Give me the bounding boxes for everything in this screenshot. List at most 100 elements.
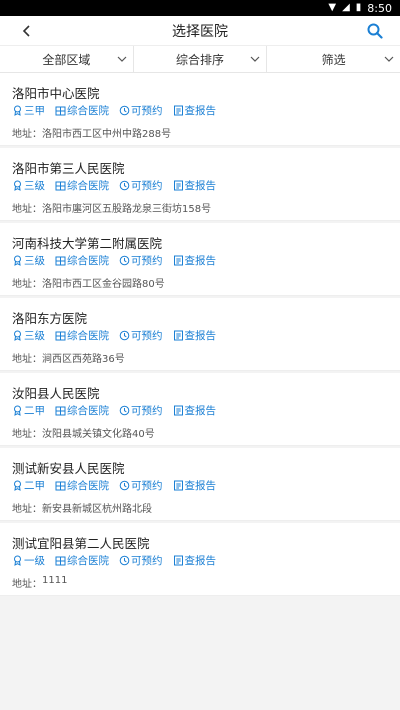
report-text: 查报告 xyxy=(184,329,217,342)
report-icon xyxy=(173,105,183,115)
type-tag[interactable]: 综合医院 xyxy=(55,253,109,268)
address-label: 地址： xyxy=(12,129,42,140)
booking-text: 可预约 xyxy=(131,329,163,342)
type-text: 综合医院 xyxy=(67,404,109,417)
building-icon xyxy=(55,481,66,490)
building-icon xyxy=(55,106,66,115)
type-tag[interactable]: 综合医院 xyxy=(55,403,109,418)
address-value: 洛阳市西工区金谷园路80号 xyxy=(42,279,165,290)
filter-region[interactable]: 全部区域 xyxy=(0,46,134,72)
level-text: 三级 xyxy=(24,254,45,267)
building-icon xyxy=(55,181,66,190)
report-tag[interactable]: 查报告 xyxy=(173,253,217,268)
type-tag[interactable]: 综合医院 xyxy=(55,553,109,568)
booking-tag[interactable]: 可预约 xyxy=(119,103,163,118)
hospital-card[interactable]: 洛阳市第三人民医院 三级 综合医院 可预约 查报告 地址： 洛阳市廛河区五股路龙… xyxy=(0,148,400,221)
address-value: 1111 xyxy=(42,575,68,586)
level-text: 二甲 xyxy=(24,404,45,417)
type-tag[interactable]: 综合医院 xyxy=(55,103,109,118)
filter-bar: 全部区域 综合排序 筛选 xyxy=(0,46,400,73)
hospital-card[interactable]: 洛阳市中心医院 三甲 综合医院 可预约 查报告 地址： 洛阳市西工区中州中路28… xyxy=(0,73,400,146)
chevron-down-icon xyxy=(384,56,394,62)
level-tag[interactable]: 三级 xyxy=(12,178,45,193)
hospital-address: 地址： 1111 xyxy=(12,569,388,590)
hospital-card[interactable]: 测试宜阳县第二人民医院 一级 综合医院 可预约 查报告 地址： 1111 xyxy=(0,523,400,596)
booking-tag[interactable]: 可预约 xyxy=(119,178,163,193)
clock-icon xyxy=(119,105,130,115)
report-icon xyxy=(173,405,183,415)
hospital-card[interactable]: 汝阳县人民医院 二甲 综合医院 可预约 查报告 地址： 汝阳县城关镇文化路40号 xyxy=(0,373,400,446)
level-tag[interactable]: 三甲 xyxy=(12,103,45,118)
level-tag[interactable]: 二甲 xyxy=(12,478,45,493)
type-text: 综合医院 xyxy=(67,179,109,192)
report-tag[interactable]: 查报告 xyxy=(173,103,216,118)
type-tag[interactable]: 综合医院 xyxy=(55,178,109,193)
status-bar: ▼ ◢ ▮ 8:50 xyxy=(0,0,400,16)
booking-tag[interactable]: 可预约 xyxy=(119,328,163,343)
booking-tag[interactable]: 可预约 xyxy=(119,403,163,418)
hospital-address: 地址： 汝阳县城关镇文化路40号 xyxy=(12,419,388,440)
report-icon xyxy=(173,255,183,265)
hospital-name: 汝阳县人民医院 xyxy=(12,386,100,401)
search-button[interactable] xyxy=(366,22,384,40)
level-text: 二甲 xyxy=(24,479,45,492)
level-text: 一级 xyxy=(24,554,45,567)
type-tag[interactable]: 综合医院 xyxy=(55,328,109,343)
award-icon xyxy=(14,330,21,341)
type-text: 综合医院 xyxy=(67,104,109,117)
hospital-tags: 三级 综合医院 可预约 查报告 xyxy=(12,176,388,194)
filter-label: 筛选 xyxy=(321,52,346,67)
filter-label: 综合排序 xyxy=(176,52,225,67)
address-label: 地址： xyxy=(12,579,42,590)
report-tag[interactable]: 查报告 xyxy=(173,553,217,568)
hospital-address: 地址： 洛阳市西工区金谷园路80号 xyxy=(12,269,388,290)
filter-sort[interactable]: 综合排序 xyxy=(134,46,268,72)
level-tag[interactable]: 三级 xyxy=(12,253,45,268)
report-text: 查报告 xyxy=(184,179,217,192)
hospital-name: 洛阳市第三人民医院 xyxy=(12,161,125,176)
search-icon xyxy=(367,23,383,39)
signal-icon: ◢ xyxy=(342,2,350,13)
address-label: 地址： xyxy=(12,279,42,290)
hospital-tags: 三甲 综合医院 可预约 查报告 xyxy=(12,101,388,119)
report-icon xyxy=(173,330,183,340)
address-label: 地址： xyxy=(12,429,42,440)
address-value: 洛阳市廛河区五股路龙泉三街坊158号 xyxy=(42,204,212,215)
type-text: 综合医院 xyxy=(67,329,109,342)
hospital-name: 测试新安县人民医院 xyxy=(12,461,125,476)
address-label: 地址： xyxy=(12,504,42,515)
report-tag[interactable]: 查报告 xyxy=(173,328,217,343)
type-tag[interactable]: 综合医院 xyxy=(55,478,109,493)
hospital-card[interactable]: 河南科技大学第二附属医院 三级 综合医院 可预约 查报告 地址： 洛阳市西工区金… xyxy=(0,223,400,296)
chevron-down-icon xyxy=(250,56,260,62)
page-title: 选择医院 xyxy=(172,23,228,40)
booking-tag[interactable]: 可预约 xyxy=(119,253,163,268)
report-tag[interactable]: 查报告 xyxy=(173,478,216,493)
report-tag[interactable]: 查报告 xyxy=(173,403,216,418)
level-text: 三级 xyxy=(24,329,45,342)
award-icon xyxy=(14,480,21,491)
report-icon xyxy=(173,180,183,190)
booking-tag[interactable]: 可预约 xyxy=(119,478,163,493)
level-tag[interactable]: 三级 xyxy=(12,328,45,343)
level-tag[interactable]: 一级 xyxy=(12,553,45,568)
hospital-card[interactable]: 测试新安县人民医院 二甲 综合医院 可预约 查报告 地址： 新安县新城区杭州路北… xyxy=(0,448,400,521)
hospital-address: 地址： 洛阳市廛河区五股路龙泉三街坊158号 xyxy=(12,194,388,215)
report-text: 查报告 xyxy=(184,254,217,267)
booking-text: 可预约 xyxy=(131,404,163,417)
clock-icon xyxy=(119,330,130,340)
hospital-card[interactable]: 洛阳东方医院 三级 综合医院 可预约 查报告 地址： 涧西区西苑路36号 xyxy=(0,298,400,371)
report-text: 查报告 xyxy=(184,554,217,567)
hospital-tags: 三级 综合医院 可预约 查报告 xyxy=(12,326,388,344)
filter-screen[interactable]: 筛选 xyxy=(267,46,400,72)
building-icon xyxy=(55,406,66,415)
building-icon xyxy=(55,556,66,565)
booking-tag[interactable]: 可预约 xyxy=(119,553,163,568)
award-icon xyxy=(14,180,21,191)
chevron-left-icon xyxy=(22,25,30,37)
report-tag[interactable]: 查报告 xyxy=(173,178,217,193)
wifi-icon: ▼ xyxy=(328,2,337,13)
back-button[interactable] xyxy=(18,22,36,40)
level-tag[interactable]: 二甲 xyxy=(12,403,45,418)
clock-icon xyxy=(119,405,130,415)
